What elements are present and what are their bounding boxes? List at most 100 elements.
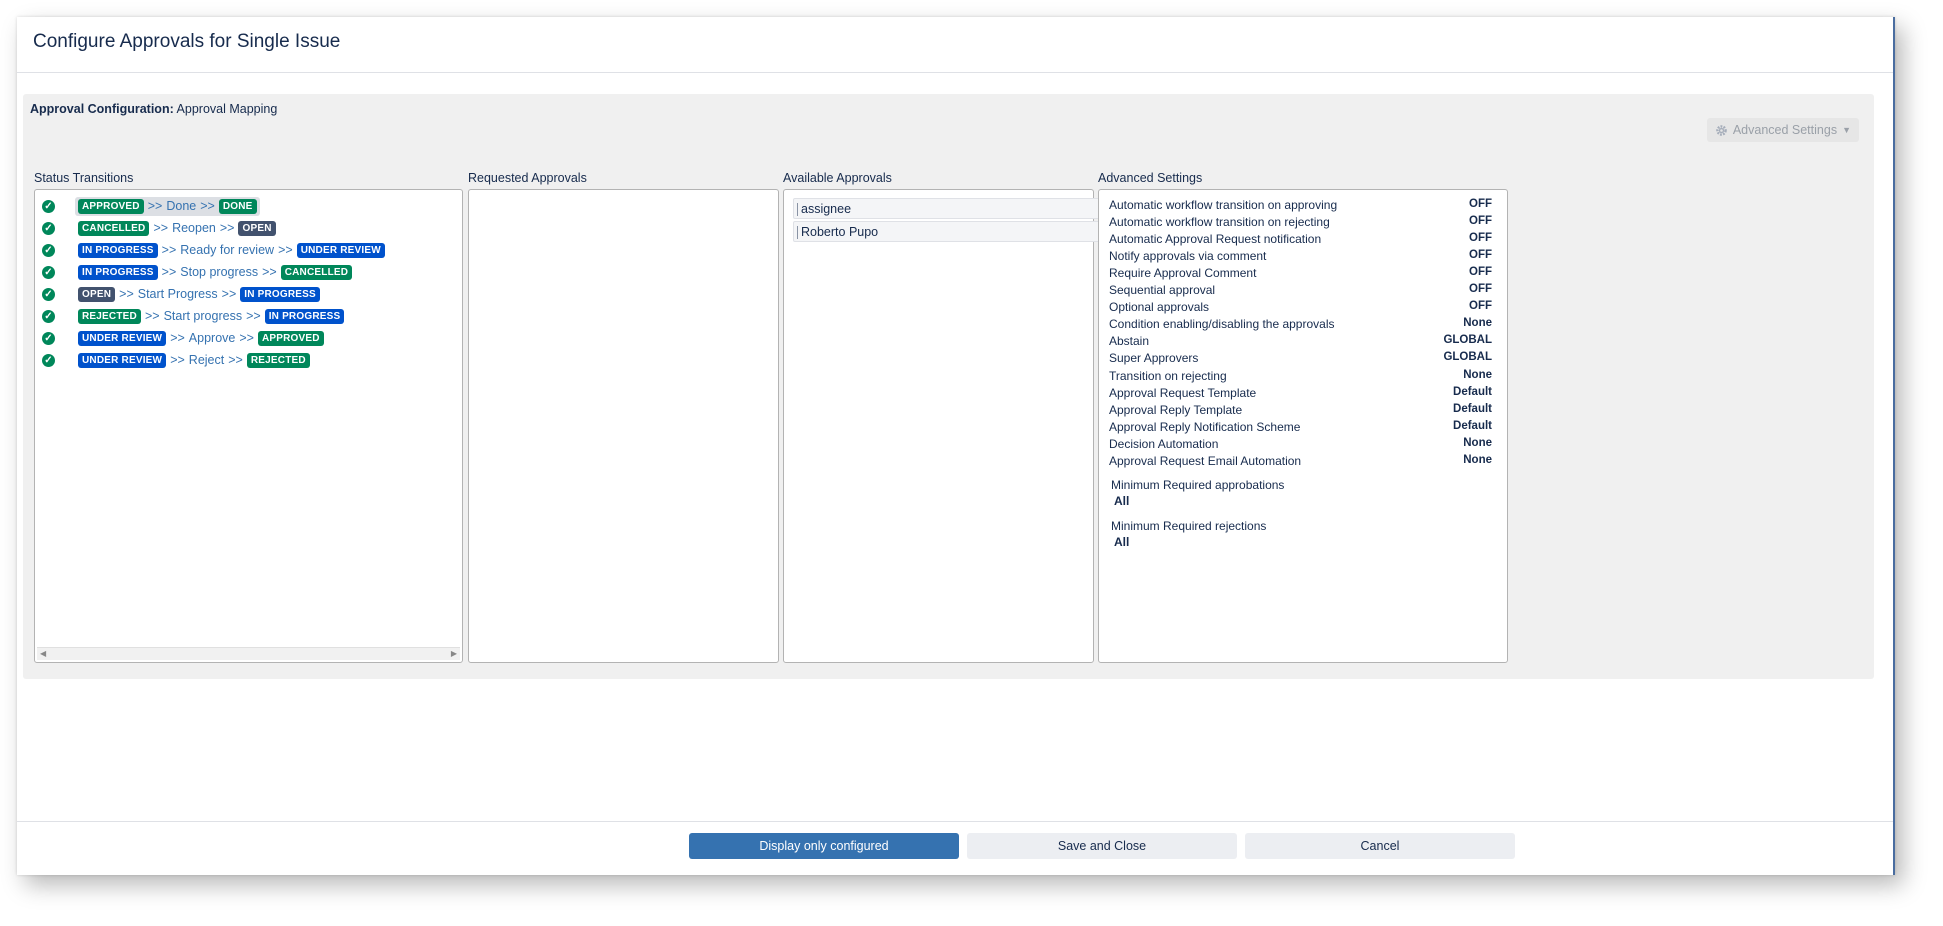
transition-item[interactable]: UNDER REVIEW >> Reject >> REJECTED xyxy=(75,351,313,370)
setting-row: Require Approval Comment OFF xyxy=(1109,266,1492,283)
setting-row: Condition enabling/disabling the approva… xyxy=(1109,317,1492,334)
transition-separator: >> xyxy=(170,331,185,345)
setting-value: Default xyxy=(1453,386,1492,398)
setting-label: Approval Request Email Automation xyxy=(1109,454,1302,468)
transition-separator: >> xyxy=(170,353,185,367)
transition-action: Ready for review xyxy=(180,243,275,257)
transition-separator: >> xyxy=(228,353,243,367)
transition-item[interactable]: APPROVED >> Done >> DONE xyxy=(75,196,260,216)
dialog-title: Configure Approvals for Single Issue xyxy=(33,31,341,52)
status-lozenge-to: UNDER REVIEW xyxy=(296,242,385,258)
setting-label: Decision Automation xyxy=(1109,437,1219,451)
transition-separator: >> xyxy=(161,265,177,279)
available-approvals-list[interactable]: assignee Roberto Pupo xyxy=(783,189,1155,663)
status-lozenge-to: DONE xyxy=(218,198,257,214)
transition-separator: >> xyxy=(147,199,163,213)
setting-value: None xyxy=(1463,454,1492,466)
check-circle-icon: ✓ xyxy=(42,221,55,235)
status-lozenge-from: IN PROGRESS xyxy=(78,242,158,258)
status-lozenge-to: IN PROGRESS xyxy=(264,308,345,324)
setting-value: None xyxy=(1463,317,1492,329)
transition-row[interactable]: ✓ APPROVED >> Done >> DONE xyxy=(42,196,260,216)
check-circle-icon: ✓ xyxy=(42,265,55,279)
status-lozenge-to: OPEN xyxy=(238,220,276,236)
transition-action: Stop progress xyxy=(180,265,259,279)
setting-row: Automatic workflow transition on rejecti… xyxy=(1109,215,1492,232)
transition-separator: >> xyxy=(153,221,169,235)
check-circle-icon: ✓ xyxy=(42,309,55,323)
status-lozenge-from: APPROVED xyxy=(78,198,144,214)
transition-action: Done xyxy=(166,199,197,213)
check-circle-icon: ✓ xyxy=(42,353,55,367)
setting-value: OFF xyxy=(1469,232,1492,244)
save-and-close-button[interactable]: Save and Close xyxy=(967,833,1237,859)
min-approbations-value: All xyxy=(1114,494,1130,508)
transition-separator: >> xyxy=(278,243,293,257)
transition-row[interactable]: ✓ CANCELLED >> Reopen >> OPEN xyxy=(42,218,279,238)
min-approbations-label: Minimum Required approbations xyxy=(1111,478,1285,492)
setting-label: Sequential approval xyxy=(1109,283,1216,297)
scroll-left-icon[interactable]: ◀ xyxy=(40,648,46,660)
status-lozenge-from: CANCELLED xyxy=(78,220,150,236)
setting-label: Super Approvers xyxy=(1109,351,1199,365)
setting-value: OFF xyxy=(1469,300,1492,312)
setting-row: Approval Reply Notification Scheme Defaul… xyxy=(1109,420,1492,437)
setting-value: OFF xyxy=(1469,198,1492,210)
transition-separator: >> xyxy=(119,287,134,301)
transition-item[interactable]: IN PROGRESS >> Ready for review >> UNDER REV… xyxy=(75,241,388,260)
setting-label: Automatic workflow transition on rejecti… xyxy=(1109,215,1330,229)
setting-label: Abstain xyxy=(1109,334,1150,348)
config-value: Approval Mapping xyxy=(176,102,278,116)
requested-approvals-title: Requested Approvals xyxy=(468,171,587,185)
transition-item[interactable]: IN PROGRESS >> Stop progress >> CANCELLED xyxy=(75,263,355,282)
setting-value: Default xyxy=(1453,403,1492,415)
setting-row: Sequential approval OFF xyxy=(1109,283,1492,300)
transition-row[interactable]: ✓ UNDER REVIEW >> Approve >> APPROVED xyxy=(42,328,327,348)
transition-item[interactable]: UNDER REVIEW >> Approve >> APPROVED xyxy=(75,329,327,348)
setting-label: Automatic workflow transition on approvi… xyxy=(1109,198,1338,212)
status-transitions-list: ✓ APPROVED >> Done >> DONE ✓ CANCELLED >> Reopen >… xyxy=(34,189,463,663)
status-lozenge-from: REJECTED xyxy=(78,308,141,324)
setting-label: Optional approvals xyxy=(1109,300,1210,314)
transition-item[interactable]: REJECTED >> Start progress >> IN PROGRESS xyxy=(75,307,347,326)
status-lozenge-to: CANCELLED xyxy=(280,264,353,280)
transition-row[interactable]: ✓ REJECTED >> Start progress >> IN PROGRESS xyxy=(42,306,347,326)
requested-approvals-list[interactable] xyxy=(468,189,779,663)
available-approvals-title: Available Approvals xyxy=(783,171,892,185)
transition-action: Approve xyxy=(188,331,236,345)
status-lozenge-to: APPROVED xyxy=(257,330,324,346)
min-rejections-value: All xyxy=(1114,535,1130,549)
advanced-settings-button-label: Advanced Settings xyxy=(1732,123,1838,137)
transition-separator: >> xyxy=(219,221,235,235)
advanced-settings-list: Automatic workflow transition on approvi… xyxy=(1098,189,1508,663)
status-lozenge-from: UNDER REVIEW xyxy=(78,330,167,346)
transition-row[interactable]: ✓ IN PROGRESS >> Ready for review >> UNDER RE… xyxy=(42,240,388,260)
transition-item[interactable]: OPEN >> Start Progress >> IN PROGRESS xyxy=(75,285,323,304)
transition-separator: >> xyxy=(144,309,160,323)
horizontal-scrollbar[interactable]: ◀ ▶ xyxy=(37,647,460,660)
transition-separator: >> xyxy=(246,309,261,323)
transition-row[interactable]: ✓ OPEN >> Start Progress >> IN PROGRESS xyxy=(42,284,323,304)
transition-row[interactable]: ✓ UNDER REVIEW >> Reject >> REJECTED xyxy=(42,350,313,370)
transition-separator: >> xyxy=(200,199,215,213)
setting-label: Automatic Approval Request notification xyxy=(1109,232,1322,246)
advanced-settings-button[interactable]: Advanced Settings ▼ xyxy=(1706,118,1859,142)
status-lozenge-to: REJECTED xyxy=(246,352,310,368)
transition-separator: >> xyxy=(262,265,277,279)
setting-row: Notify approvals via comment OFF xyxy=(1109,249,1492,266)
setting-row: Abstain GLOBAL xyxy=(1109,334,1492,351)
transition-separator: >> xyxy=(161,243,177,257)
setting-row: Super Approvers GLOBAL xyxy=(1109,351,1492,368)
dialog-header: Configure Approvals for Single Issue xyxy=(17,17,1893,73)
chevron-down-icon: ▼ xyxy=(1842,125,1851,135)
transition-row[interactable]: ✓ IN PROGRESS >> Stop progress >> CANCELLED xyxy=(42,262,355,282)
cancel-button[interactable]: Cancel xyxy=(1245,833,1515,859)
transition-item[interactable]: CANCELLED >> Reopen >> OPEN xyxy=(75,219,279,238)
transition-action: Start Progress xyxy=(137,287,218,301)
approval-configuration-label: Approval Configuration: Approval Mapping xyxy=(30,102,277,116)
advanced-settings-title: Advanced Settings xyxy=(1098,171,1203,185)
display-only-configured-button[interactable]: Display only configured xyxy=(689,833,959,859)
scroll-right-icon[interactable]: ▶ xyxy=(451,648,457,660)
setting-row: Approval Request Template Default xyxy=(1109,386,1492,403)
setting-value: None xyxy=(1463,369,1492,381)
